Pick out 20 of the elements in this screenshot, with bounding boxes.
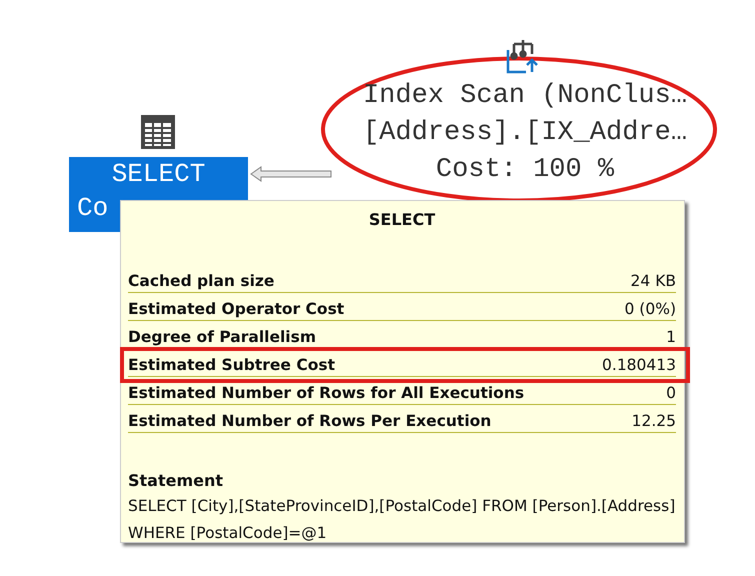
property-value: 12.25 [632,411,676,432]
property-name: Cached plan size [128,271,274,292]
property-name: Estimated Operator Cost [128,299,344,320]
property-value: 0.180413 [602,355,676,376]
property-name: Estimated Number of Rows Per Execution [128,411,492,432]
property-name: Estimated Subtree Cost [128,355,335,376]
index-scan-icon [506,40,540,74]
tooltip-title: SELECT [368,209,436,231]
property-value: 24 KB [630,271,676,292]
property-value: 0 (0%) [624,299,676,320]
property-name: Degree of Parallelism [128,327,316,348]
node-label: Index Scan (NonClus… [362,80,688,113]
node-label: Cost: 100 % [436,154,614,187]
statement-text: SELECT [City],[StateProvinceID],[PostalCode] FROM [Person].[Address] WHERE [PostalCode]=@1 [128,496,676,544]
statement-heading: Statement [128,470,224,492]
table-icon [140,114,176,150]
property-value: 0 [666,383,676,404]
property-name: Estimated Number of Rows for All Executions [128,383,524,404]
property-value: 1 [666,327,676,348]
node-label: [Address].[IX_Addre… [362,117,688,150]
